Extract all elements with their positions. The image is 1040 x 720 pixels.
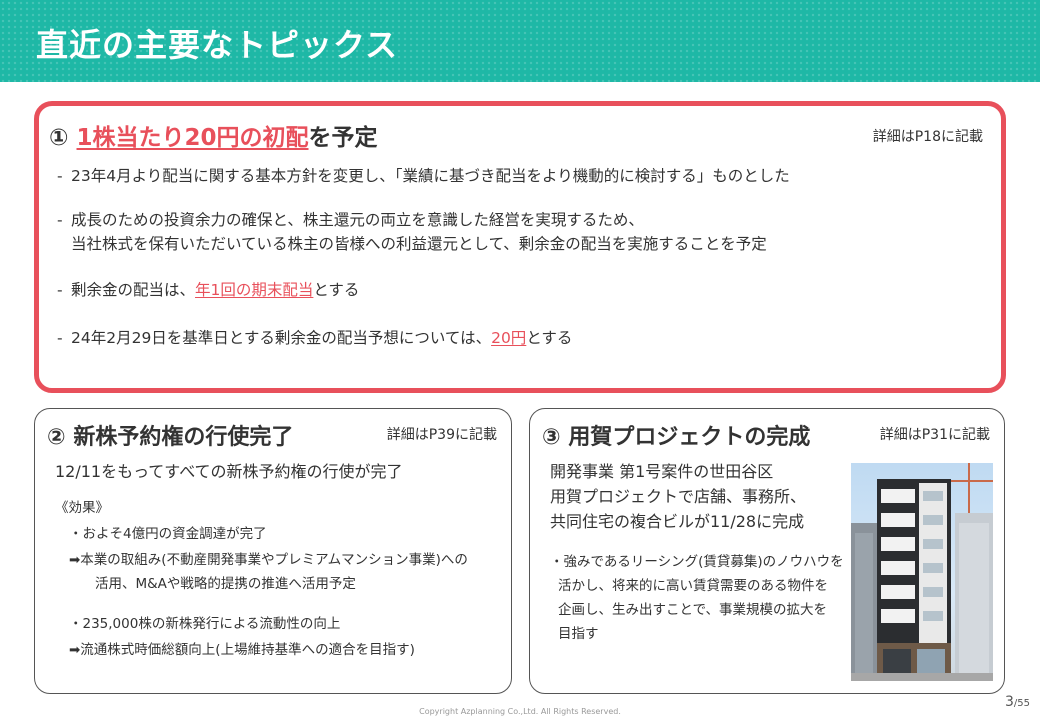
topic-1-reference: 詳細はP18に記載 — [872, 129, 983, 145]
topic-3-lead-2: 用賀プロジェクトで店舗、事務所、 — [550, 487, 807, 506]
topic-3-detail-1: ・強みであるリーシング(賃貸募集)のノウハウを — [550, 554, 844, 570]
topic-1-title-rest: を予定 — [308, 125, 378, 151]
topic-3-box: ③ 用賀プロジェクトの完成 詳細はP31に記載 開発事業 第1号案件の世田谷区 … — [529, 408, 1005, 694]
header-band: 直近の主要なトピックス — [0, 0, 1040, 82]
topic-3-detail-2: 活かし、将来的に高い賃貸需要のある物件を — [558, 578, 828, 594]
topic-3-lead-1: 開発事業 第1号案件の世田谷区 — [550, 462, 774, 481]
topic-3-lead-3: 共同住宅の複合ビルが11/28に完成 — [550, 512, 805, 531]
copyright: Copyright Azplanning Co.,Ltd. All Rights… — [419, 707, 621, 716]
annual-dividend-highlight: 年1回の期末配当 — [195, 281, 314, 299]
topic-2-box: ② 新株予約権の行使完了 詳細はP39に記載 12/11をもってすべての新株予約… — [34, 408, 512, 694]
topic-2-title: ② 新株予約権の行使完了 — [47, 425, 294, 450]
effect-1: ・およそ4億円の資金調達が完了 — [69, 526, 267, 542]
topic-3-detail-3: 企画し、生み出すことで、事業規模の拡大を — [558, 602, 828, 618]
effect-2: ・235,000株の新株発行による流動性の向上 — [69, 616, 341, 632]
topic-1-bullet-1: -23年4月より配当に関する基本方針を変更し、「業績に基づき配当をより機動的に検… — [57, 167, 790, 185]
topic-1-box: ① 1株当たり20円の初配を予定 詳細はP18に記載 -23年4月より配当に関す… — [34, 101, 1006, 393]
topic-1-number: ① — [49, 125, 69, 151]
effect-2-arrow: ➡流通株式時価総額向上(上場維持基準への適合を目指す) — [69, 642, 415, 658]
effects-label: 《効果》 — [55, 500, 109, 516]
topic-3-title: ③ 用賀プロジェクトの完成 — [542, 425, 811, 450]
effect-1-arrow: ➡本業の取組み(不動産開発事業やプレミアムマンション事業)への — [69, 552, 468, 568]
topic-3-detail-4: 目指す — [558, 626, 599, 642]
topic-3-reference: 詳細はP31に記載 — [879, 427, 990, 443]
topic-1-title: ① 1株当たり20円の初配を予定 — [49, 118, 378, 152]
topic-2-lead: 12/11をもってすべての新株予約権の行使が完了 — [55, 462, 403, 481]
topic-1-title-highlight: 1株当たり20円の初配 — [76, 125, 309, 151]
dividend-amount-highlight: 20円 — [491, 329, 527, 347]
topic-1-bullet-2: - 成長のための投資余力の確保と、株主還元の両立を意識した経営を実現するため、 当… — [57, 211, 767, 253]
topic-1-bullet-3: - 剰余金の配当は、年1回の期末配当とする — [57, 281, 360, 299]
topic-1-bullet-4: -24年2月29日を基準日とする剰余金の配当予想については、20円とする — [57, 329, 573, 347]
effect-1-arrow-cont: 活用、M&Aや戦略的提携の推進へ活用予定 — [95, 576, 356, 592]
building-photo — [851, 463, 993, 681]
page-title: 直近の主要なトピックス — [36, 26, 399, 64]
topic-2-reference: 詳細はP39に記載 — [386, 427, 497, 443]
building-illustration — [851, 463, 993, 681]
